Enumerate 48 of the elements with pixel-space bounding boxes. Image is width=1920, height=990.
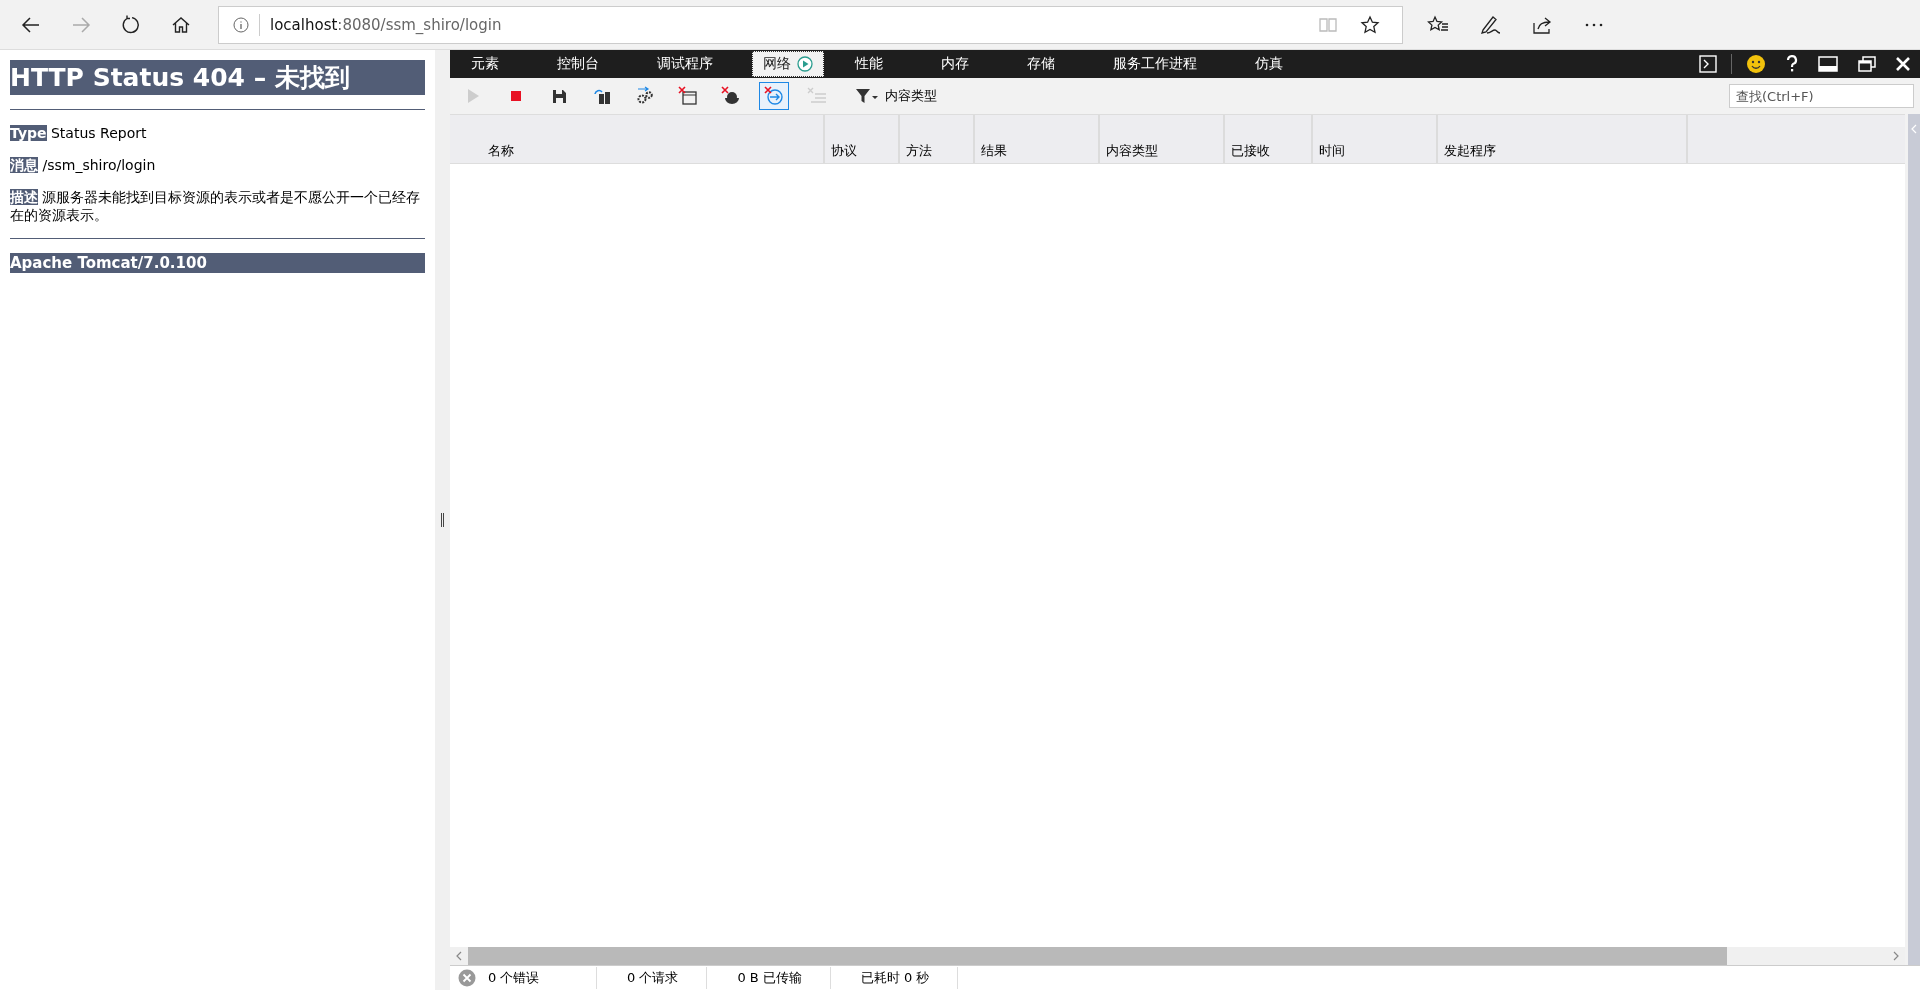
status-text: 已耗时 0 秒 xyxy=(860,967,959,989)
more-icon xyxy=(1584,21,1604,28)
clear-cookie-icon xyxy=(720,86,742,106)
error-icon xyxy=(458,969,476,987)
devtools-tab[interactable]: 内存 xyxy=(922,51,988,77)
star-icon[interactable] xyxy=(1360,14,1380,35)
search-field[interactable]: 查找(Ctrl+F) xyxy=(1729,84,1914,108)
clear-list-icon xyxy=(806,86,828,106)
scroll-left-icon[interactable] xyxy=(455,951,463,961)
devtools-tab[interactable]: 存储 xyxy=(1008,51,1074,77)
devtools-tab[interactable]: 仿真 xyxy=(1236,51,1302,77)
error-detail: 消息 /ssm_shiro/login xyxy=(10,156,157,174)
error-title: HTTP Status 404 – 未找到 xyxy=(10,60,425,95)
no-cache-icon xyxy=(763,86,785,106)
back-arrow-icon xyxy=(21,14,41,35)
details-toggle[interactable] xyxy=(1905,114,1920,965)
devtools-tab[interactable]: 元素 xyxy=(452,51,518,77)
devtools-tab[interactable]: 性能 xyxy=(836,51,902,77)
forward-arrow-icon xyxy=(71,14,91,35)
info-icon xyxy=(233,16,249,33)
filter-label: 内容类型 xyxy=(885,87,937,105)
play-circle-icon xyxy=(797,56,813,72)
undock-icon[interactable] xyxy=(1858,56,1876,72)
console-icon[interactable] xyxy=(1699,55,1717,73)
status-text: 0 个请求 xyxy=(627,967,708,989)
devtools-tab[interactable]: 网络 xyxy=(752,51,824,77)
help-icon[interactable] xyxy=(1786,55,1798,73)
server-version: Apache Tomcat/7.0.100 xyxy=(10,253,425,273)
splitter-handle[interactable] xyxy=(441,513,444,527)
devtools-tab[interactable]: 控制台 xyxy=(538,51,618,77)
devtools-tab[interactable]: 调试程序 xyxy=(638,51,732,77)
close-icon[interactable] xyxy=(1896,57,1910,71)
status-text: 0 个错误 xyxy=(488,967,597,989)
dock-bottom-icon[interactable] xyxy=(1818,56,1838,72)
chevron-left-icon xyxy=(1911,124,1917,134)
devtools-tab[interactable]: 服务工作进程 xyxy=(1094,51,1216,77)
filter-icon xyxy=(855,87,879,105)
smiley-icon[interactable] xyxy=(1746,54,1766,74)
status-text: 0 B 已传输 xyxy=(737,967,831,989)
home-icon xyxy=(171,14,191,35)
filter-button[interactable] xyxy=(855,87,879,105)
no-cache-button[interactable] xyxy=(759,82,789,110)
address-bar[interactable]: localhost:8080/ssm_shiro/login xyxy=(218,5,1403,44)
scroll-right-icon[interactable] xyxy=(1892,951,1900,961)
clear-window-icon xyxy=(677,86,699,106)
error-detail: 描述 源服务器未能找到目标资源的表示或者是不愿公开一个已经存在的资源表示。 xyxy=(10,188,422,224)
url-text: localhost:8080/ssm_shiro/login xyxy=(259,13,1318,36)
error-detail: Type Status Report xyxy=(10,124,148,142)
